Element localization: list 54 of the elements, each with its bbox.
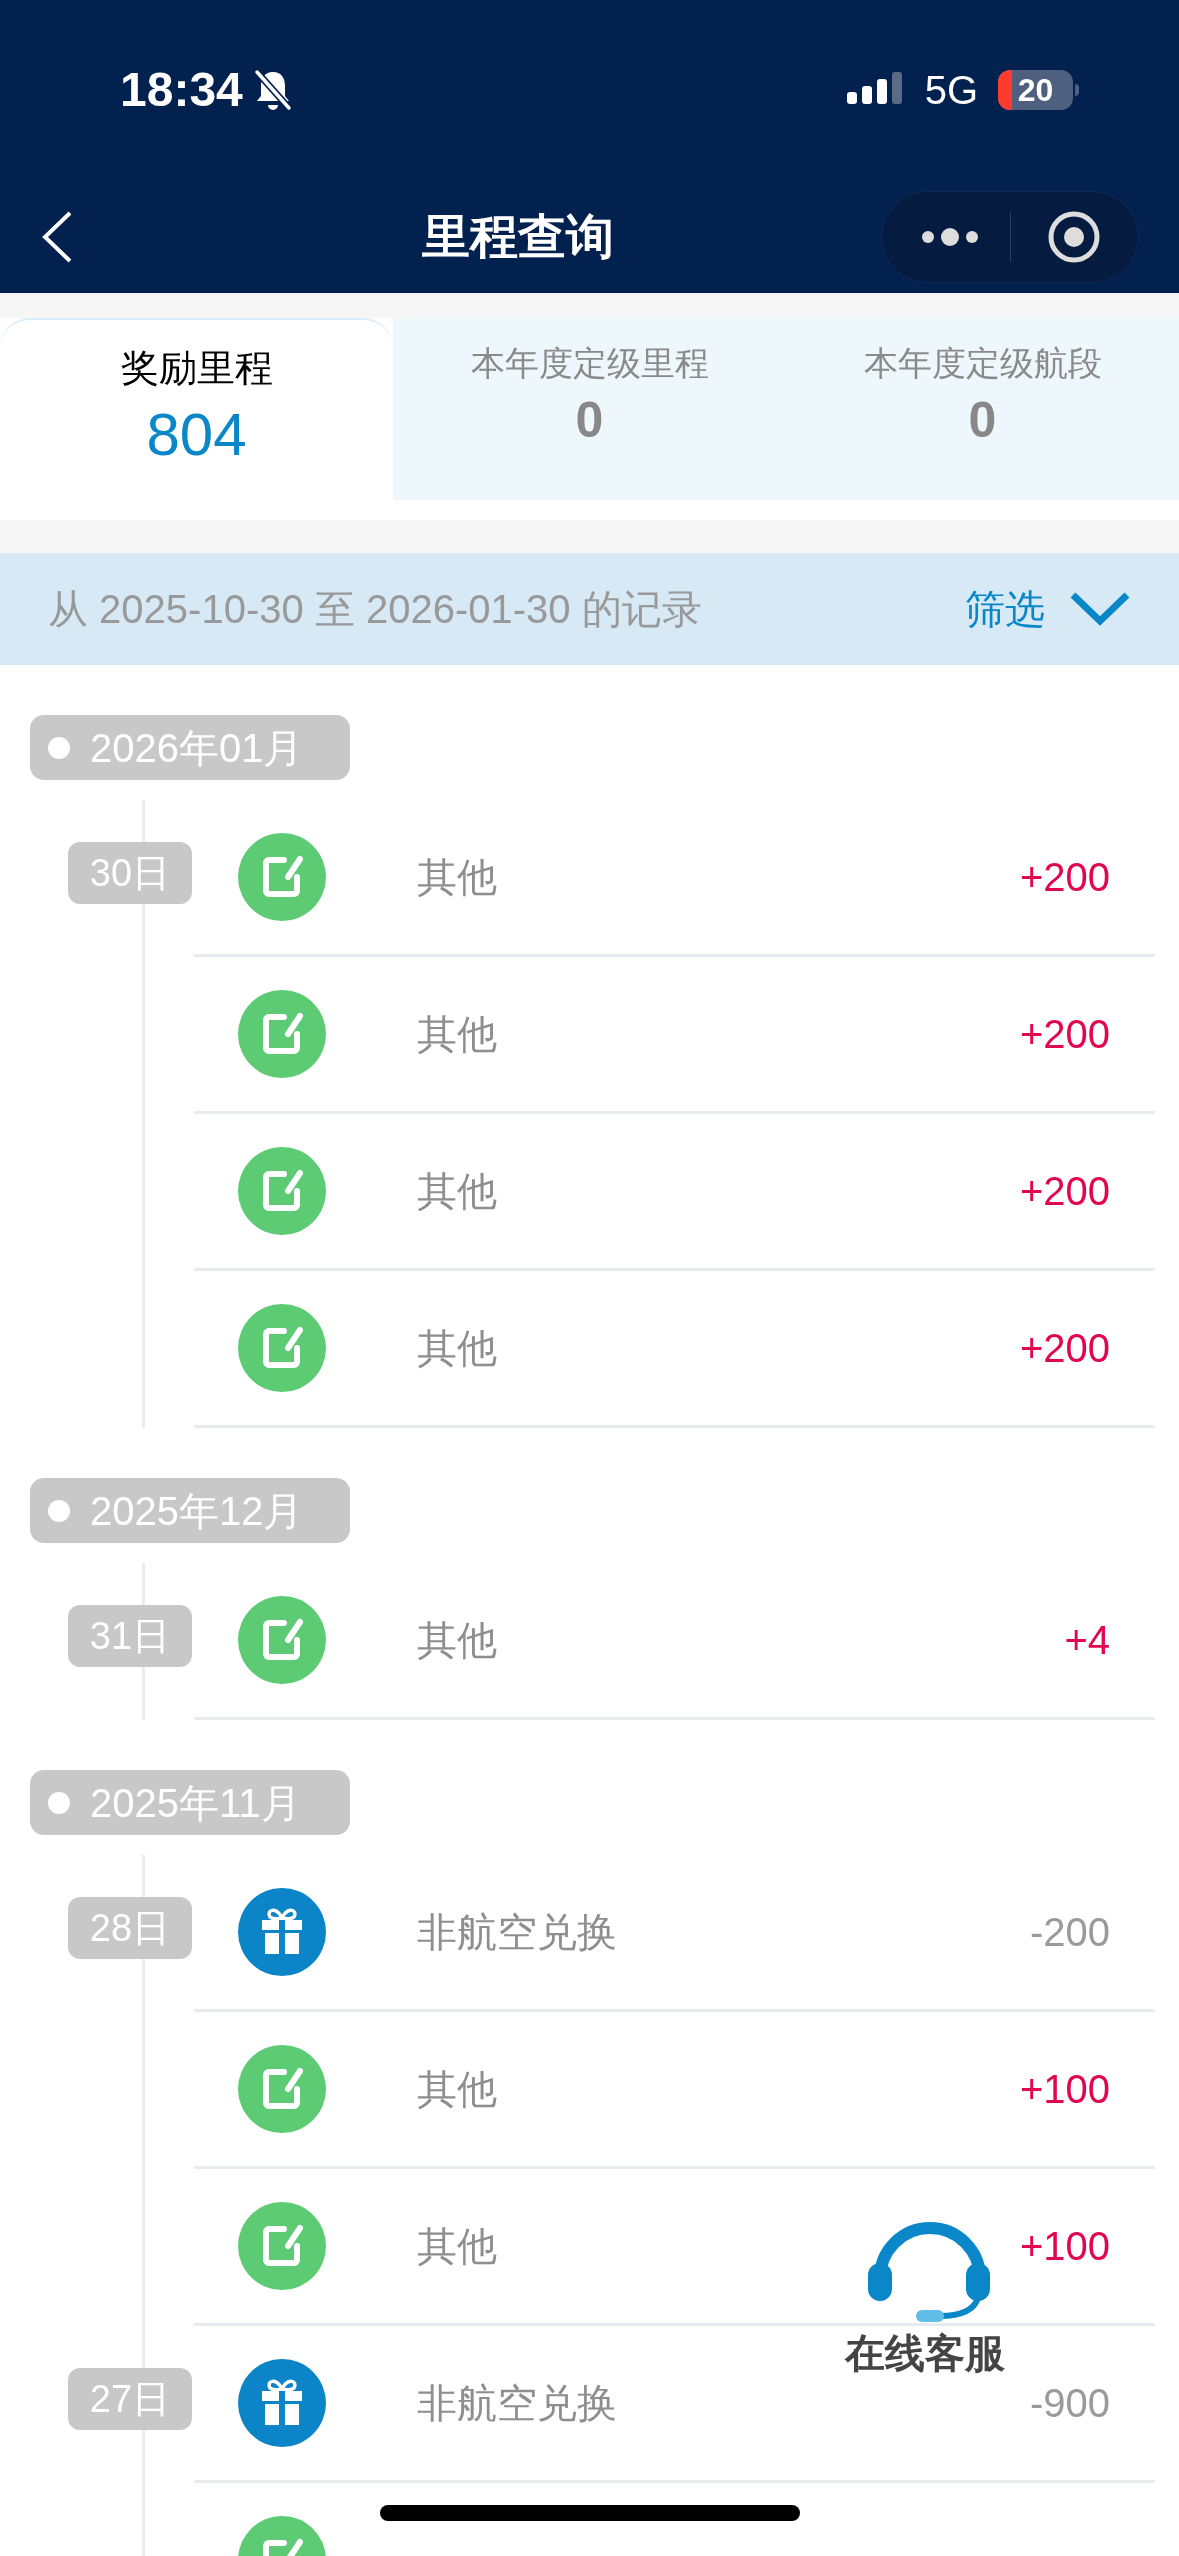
bell-off-icon <box>252 68 293 112</box>
miles-amount: -900 <box>1029 2380 1110 2427</box>
filter-button[interactable]: 筛选 <box>965 579 1131 639</box>
battery-low-fill <box>998 70 1012 110</box>
tab-value: 804 <box>146 400 247 470</box>
record-row[interactable]: 其他 +200 <box>194 1114 1155 1271</box>
record-type: 非航空兑换 <box>417 1909 617 1956</box>
edit-icon <box>238 1304 326 1392</box>
miles-amount: +100 <box>1019 2066 1110 2113</box>
miles-amount: +200 <box>1019 1011 1110 1058</box>
edit-icon <box>238 833 326 921</box>
record-type: 非航空兑换 <box>417 2380 617 2427</box>
miles-amount: +200 <box>1019 1325 1110 1372</box>
tab-label: 本年度定级航段 <box>863 343 1102 384</box>
edit-icon <box>238 2045 326 2133</box>
record-type: 其他 <box>417 1168 497 1215</box>
record-row[interactable]: 非航空兑换 -200 <box>194 1855 1155 2012</box>
back-icon[interactable] <box>40 209 74 264</box>
record-type: 其他 <box>417 1011 497 1058</box>
page-title: 里程查询 <box>421 208 614 265</box>
record-type: 其他 <box>417 1325 497 1372</box>
miles-tab[interactable]: 本年度定级里程 0 <box>393 318 786 500</box>
date-range-text: 从 2025-10-30 至 2026-01-30 的记录 <box>48 586 702 633</box>
edit-icon <box>238 1596 326 1684</box>
status-time: 18:34 <box>120 62 243 118</box>
record-row[interactable]: 其他 +200 <box>194 957 1155 1114</box>
miles-amount: +200 <box>1019 1168 1110 1215</box>
edit-icon <box>238 2202 326 2290</box>
record-row[interactable]: 其他 +4 <box>194 1563 1155 1720</box>
record-type: 其他 <box>417 2066 497 2113</box>
miles-amount: +4 <box>1064 1617 1110 1664</box>
tab-label: 奖励里程 <box>120 346 273 391</box>
customer-service-label: 在线客服 <box>845 2330 1005 2377</box>
tab-value: 0 <box>575 391 604 450</box>
miles-amount: +100 <box>1019 2223 1110 2270</box>
record-type: 其他 <box>417 1617 497 1664</box>
close-icon[interactable] <box>1047 209 1101 264</box>
miles-amount: -200 <box>1029 1909 1110 1956</box>
network-label: 5G <box>924 67 978 114</box>
edit-icon <box>238 1147 326 1235</box>
gift-icon <box>238 2359 326 2447</box>
record-row[interactable]: 其他 +200 <box>194 1271 1155 1428</box>
battery-level: 20 <box>1017 71 1054 110</box>
chevron-down-icon <box>1069 591 1131 627</box>
record-row[interactable]: 其他 +200 <box>194 800 1155 957</box>
miles-tab[interactable]: 本年度定级航段 0 <box>786 318 1179 500</box>
tab-value: 0 <box>968 391 997 450</box>
miles-amount: +200 <box>1019 854 1110 901</box>
record-type: 其他 <box>417 854 497 901</box>
tab-label: 本年度定级里程 <box>470 343 709 384</box>
record-row[interactable]: 其他 +100 <box>194 2012 1155 2169</box>
record-type: 其他 <box>417 2223 497 2270</box>
gift-icon <box>238 1888 326 1976</box>
edit-icon <box>238 990 326 1078</box>
